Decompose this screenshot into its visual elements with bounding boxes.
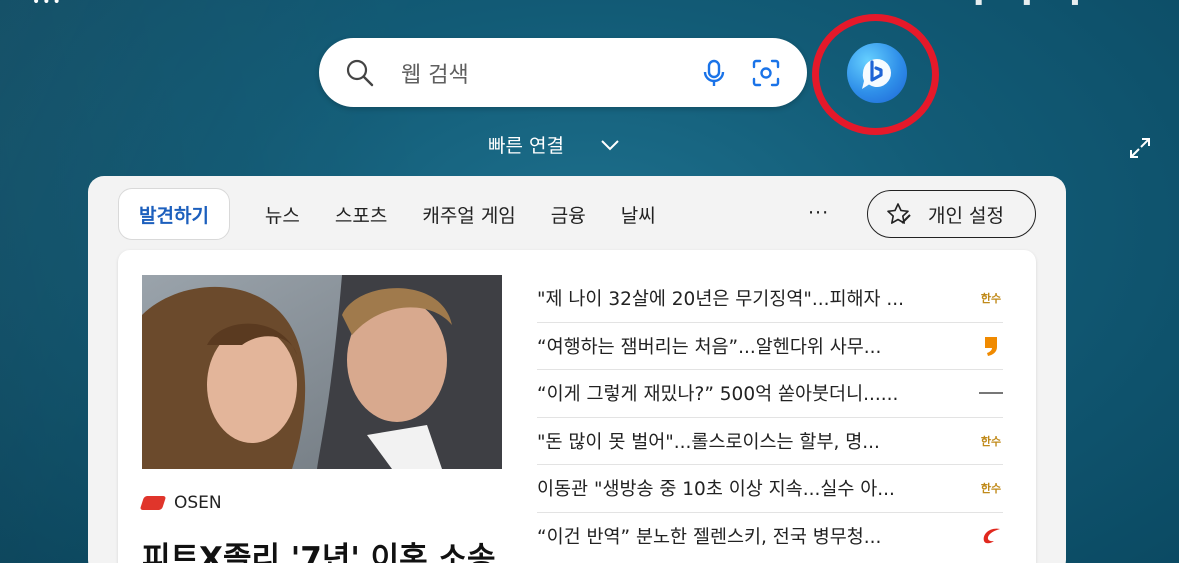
headline-title: “이건 반역” 분노한 젤렌스키, 전국 병무청...: [537, 527, 882, 549]
tab-weather[interactable]: 날씨: [621, 201, 656, 228]
headline-title: "돈 많이 못 벌어"...롤스로이스는 할부, 명...: [537, 431, 880, 453]
headline-title: “이게 그렇게 재밌나?” 500억 쏟아붓더니......: [537, 384, 899, 406]
featured-source[interactable]: OSEN: [139, 493, 222, 513]
orange-quote-logo-icon: [979, 334, 1003, 358]
tab-finance[interactable]: 금융: [551, 201, 586, 228]
chevron-down-icon: [601, 139, 619, 150]
search-input[interactable]: 웹 검색: [401, 57, 699, 89]
headline-item[interactable]: “여행하는 잼버리는 처음”...알헨다위 사무...: [537, 323, 1003, 370]
headline-item[interactable]: "제 나이 32살에 20년은 무기징역"...피해자 ... 한수: [537, 275, 1003, 323]
quick-links-toggle[interactable]: 빠른 연결: [488, 131, 620, 158]
highlight-circle: [812, 14, 939, 135]
star-edit-icon: [887, 203, 911, 224]
headline-item[interactable]: “이게 그렇게 재밌나?” 500억 쏟아붓더니......: [537, 370, 1003, 418]
tab-sports[interactable]: 스포츠: [335, 201, 387, 228]
feed-tabs: 발견하기 뉴스 스포츠 캐주얼 게임 금융 날씨: [118, 188, 656, 240]
osen-logo-icon: [139, 496, 167, 510]
headline-list: "제 나이 32살에 20년은 무기징역"...피해자 ... 한수 “여행하는…: [537, 275, 1003, 560]
tab-news[interactable]: 뉴스: [265, 201, 300, 228]
headline-title: "제 나이 32살에 20년은 무기징역"...피해자 ...: [537, 289, 905, 311]
quick-links-label: 빠른 연결: [488, 135, 564, 157]
small-text-logo-icon: [979, 381, 1003, 405]
tab-discover[interactable]: 발견하기: [118, 188, 230, 240]
featured-source-name: OSEN: [174, 493, 222, 513]
headline-item[interactable]: “이건 반역” 분노한 젤렌스키, 전국 병무청...: [537, 513, 1003, 561]
tab-casual-games[interactable]: 캐주얼 게임: [422, 201, 515, 228]
search-box[interactable]: 웹 검색: [319, 38, 807, 107]
top-toolbar-icons[interactable]: ▪▪▪: [975, 0, 1119, 8]
search-icon: [346, 59, 374, 86]
red-swoosh-logo-icon: [979, 524, 1003, 548]
personalize-label: 개인 설정: [928, 204, 1004, 227]
headline-item[interactable]: "돈 많이 못 벌어"...롤스로이스는 할부, 명... 한수: [537, 418, 1003, 465]
microphone-icon[interactable]: [699, 58, 729, 88]
more-tabs-button[interactable]: ···: [808, 202, 829, 224]
hankyoreh-logo-icon: 한수: [980, 434, 1002, 448]
headline-title: 이동관 "생방송 중 10초 이상 지속...실수 아...: [537, 479, 895, 501]
headline-item[interactable]: 이동관 "생방송 중 10초 이상 지속...실수 아... 한수: [537, 465, 1003, 513]
headline-title: “여행하는 잼버리는 처음”...알헨다위 사무...: [537, 336, 882, 358]
apps-menu-icon[interactable]: •••: [32, 0, 63, 10]
personalize-button[interactable]: 개인 설정: [867, 190, 1036, 238]
featured-article-image[interactable]: [142, 275, 502, 469]
hankyoreh-logo-icon: 한수: [980, 482, 1002, 496]
expand-icon[interactable]: [1128, 136, 1152, 160]
visual-search-icon[interactable]: [751, 58, 781, 88]
featured-headline[interactable]: 피트X졸리 '7년' 이혼 소송: [142, 533, 496, 563]
hankyoreh-logo-icon: 한수: [980, 292, 1002, 306]
